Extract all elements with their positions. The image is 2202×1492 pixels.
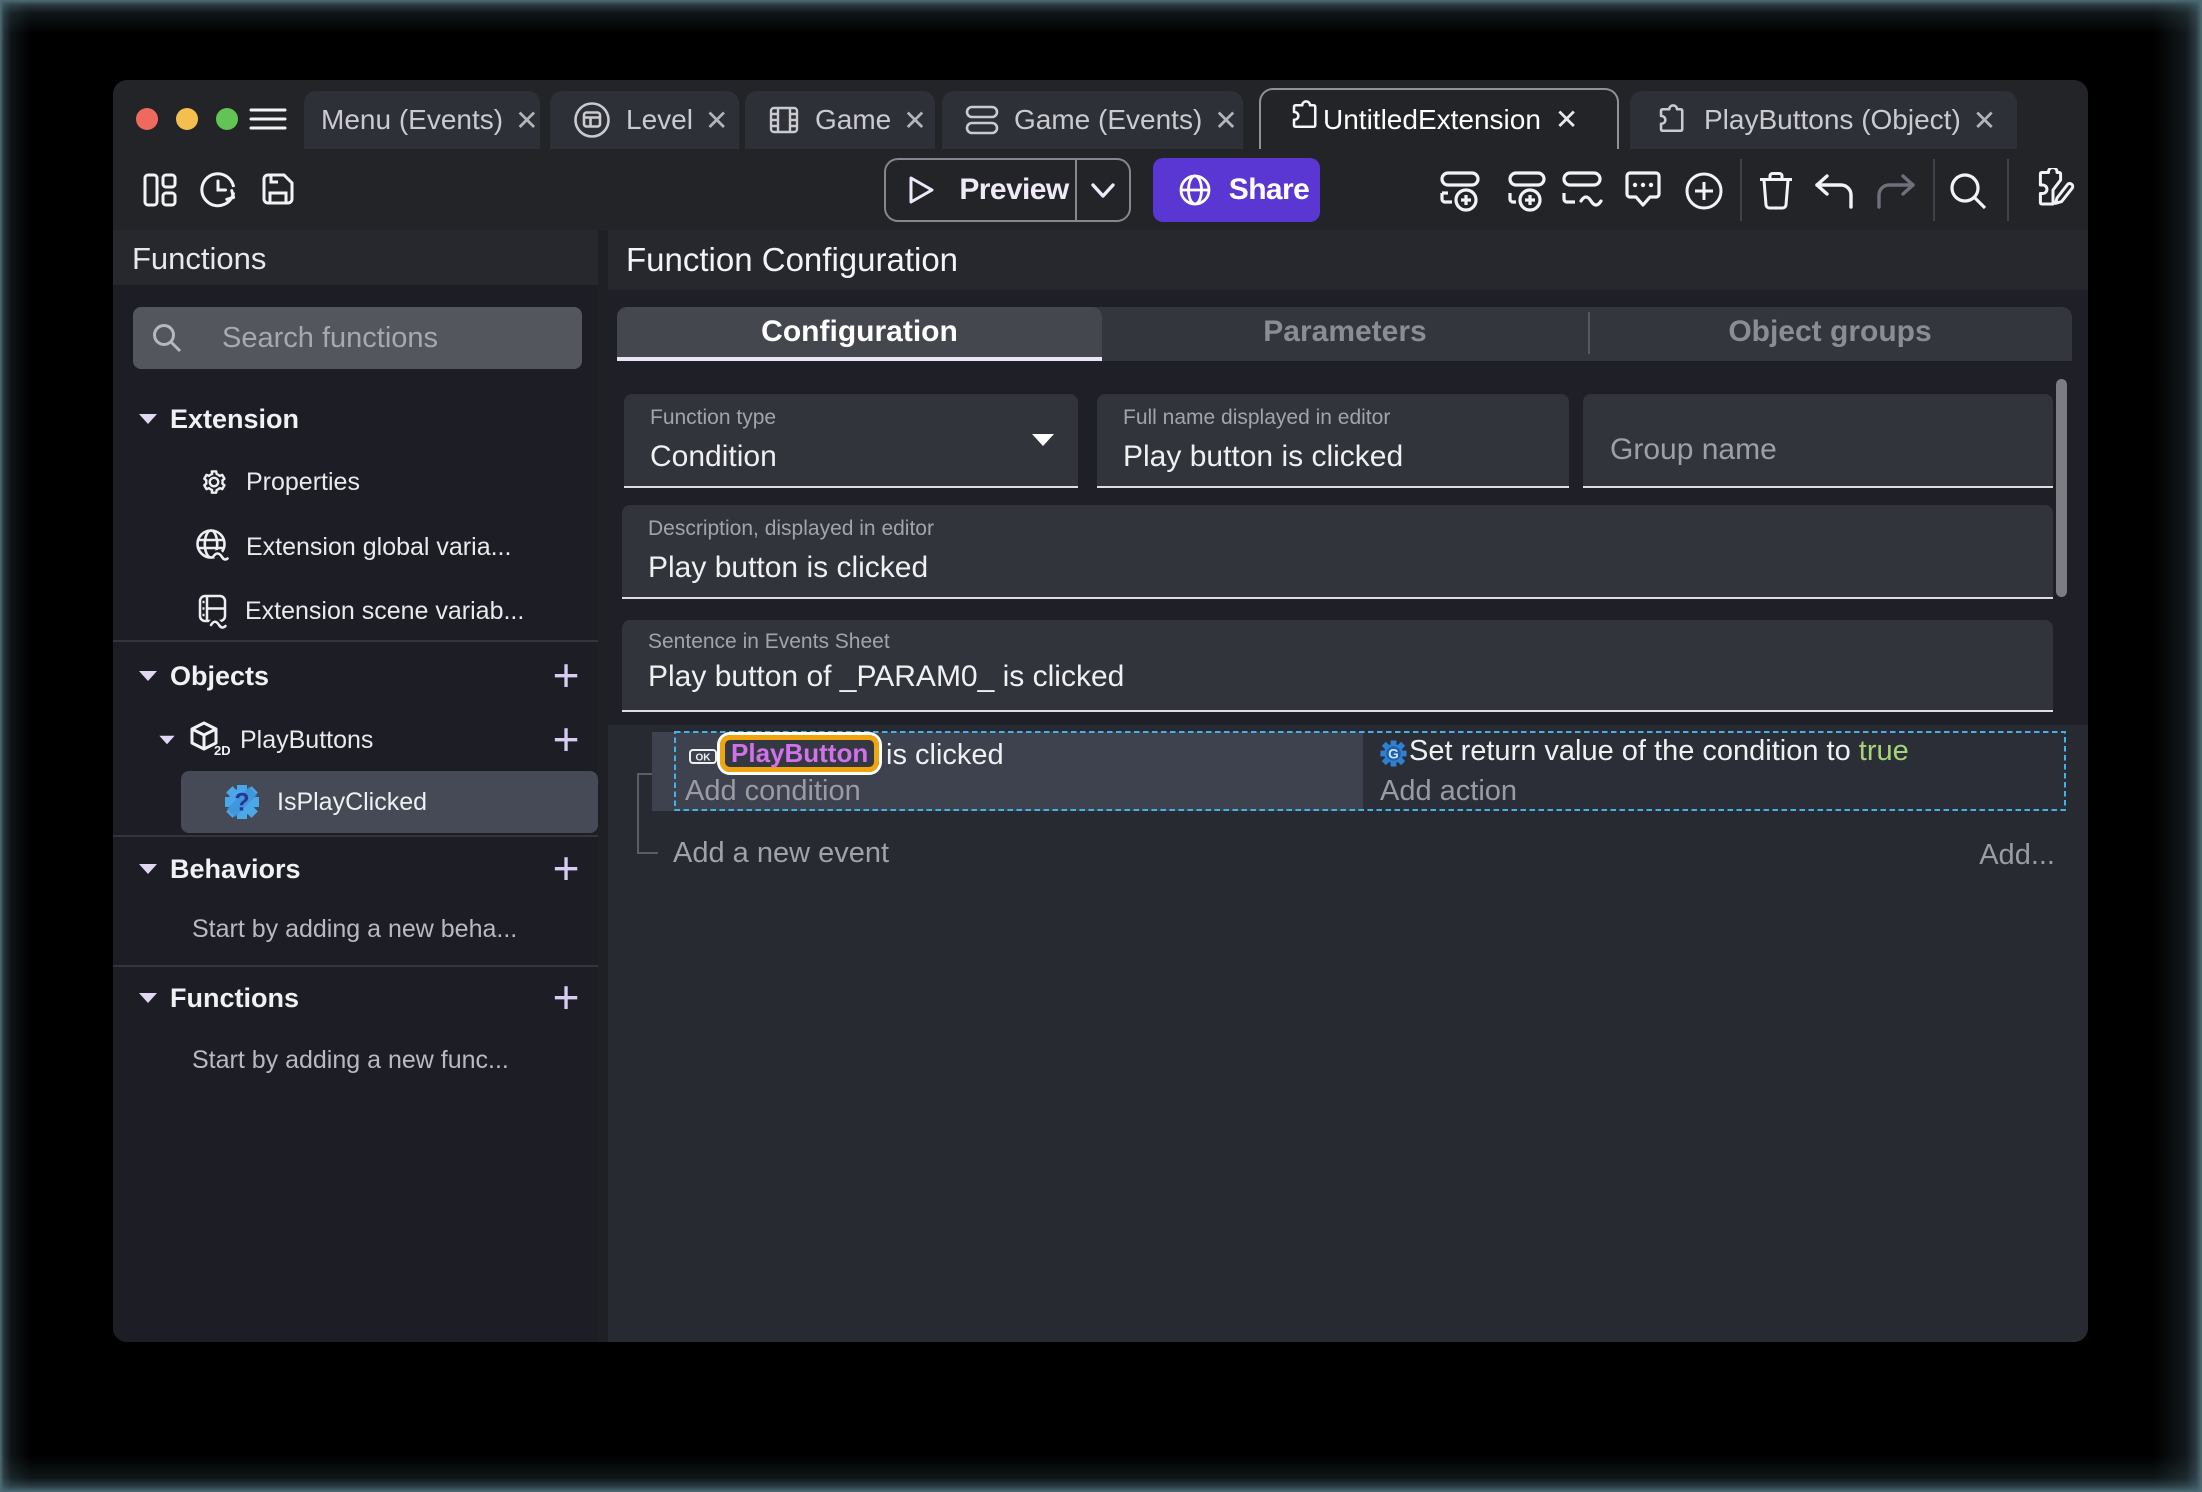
- svg-text:OK: OK: [696, 753, 712, 764]
- svg-text:2D: 2D: [214, 743, 230, 758]
- svg-text:?: ?: [234, 789, 249, 817]
- svg-text:G: G: [1388, 747, 1399, 762]
